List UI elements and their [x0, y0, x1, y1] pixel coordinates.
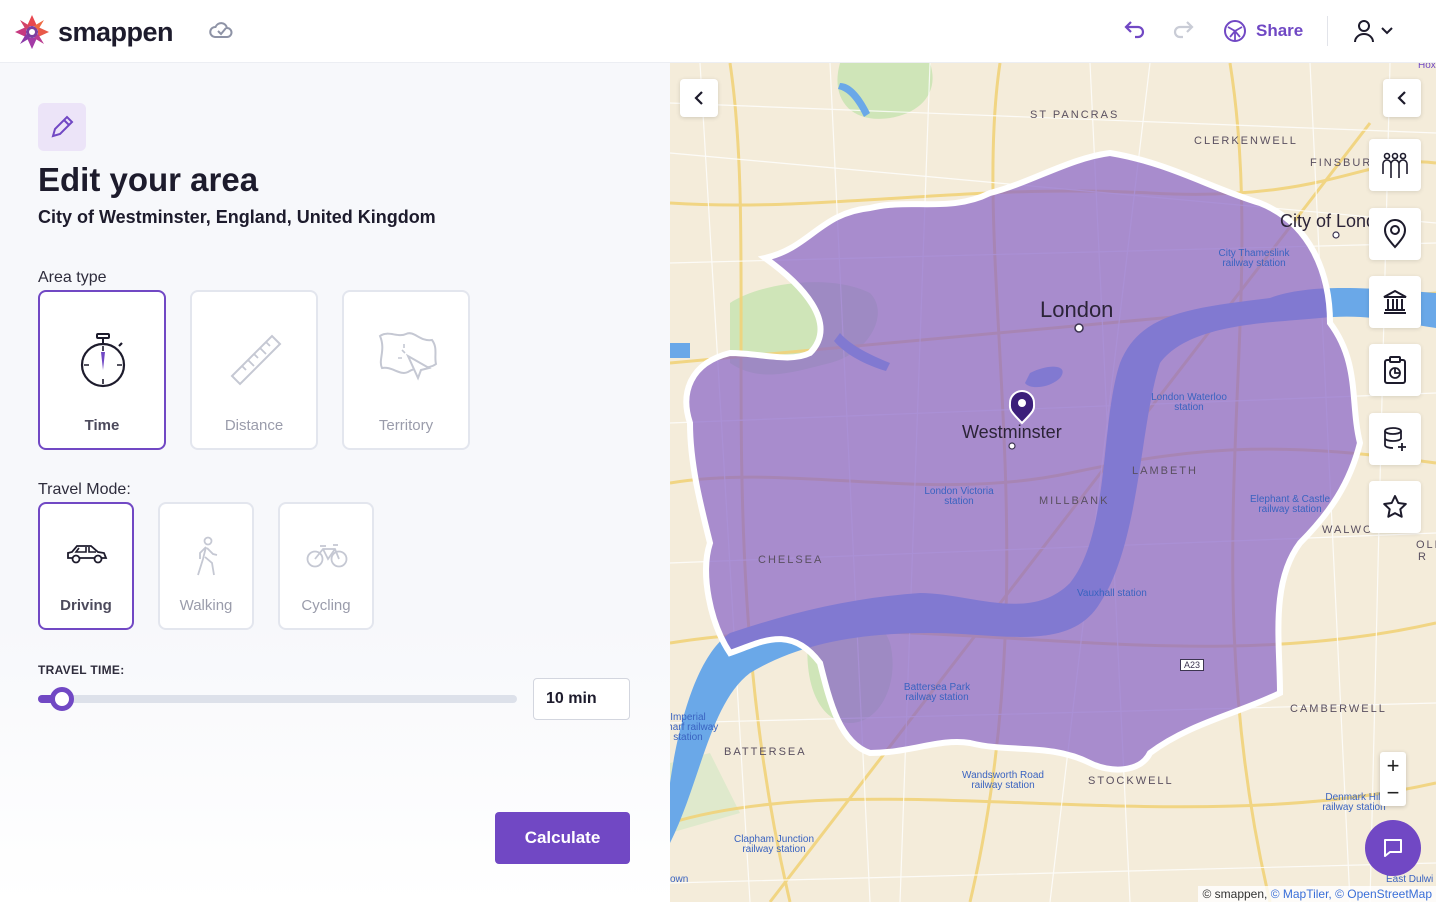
clipboard-chart-icon [1384, 356, 1406, 384]
label-lambeth: LAMBETH [1132, 465, 1198, 477]
edit-badge [38, 103, 86, 151]
zoom-out-button[interactable]: − [1380, 779, 1406, 806]
stopwatch-icon [80, 333, 126, 388]
travel-mode-walking-label: Walking [179, 597, 233, 614]
travel-time-slider[interactable] [38, 687, 517, 711]
station-vauxhall: Vauxhall station [1077, 588, 1147, 599]
map-pin-icon [1383, 219, 1407, 249]
user-menu[interactable] [1352, 18, 1394, 44]
reports-button[interactable] [1369, 344, 1421, 396]
population-button[interactable] [1369, 139, 1421, 191]
station-thameslink: City Thameslink railway station [1218, 248, 1290, 269]
map-view[interactable]: ST PANCRAS CLERKENWELL FINSBURY City of … [670, 63, 1436, 902]
map-base [670, 63, 1436, 902]
attribution-osm-link[interactable]: © OpenStreetMap [1335, 887, 1432, 901]
chevron-left-icon [1397, 91, 1406, 105]
label-stockwell: STOCKWELL [1088, 775, 1174, 787]
travel-time-input[interactable] [533, 678, 630, 720]
pencil-icon [51, 115, 74, 138]
chevron-left-icon [694, 91, 703, 105]
label-hox: Hox [1418, 63, 1436, 71]
poi-button[interactable] [1369, 208, 1421, 260]
label-r: R [1418, 551, 1428, 563]
chat-icon [1384, 839, 1402, 857]
station-town: own [670, 874, 689, 885]
area-type-territory[interactable]: Territory [342, 290, 470, 450]
area-type-time-label: Time [84, 417, 120, 434]
page-title: Edit your area [38, 161, 259, 198]
station-waterloo: London Waterloo station [1151, 392, 1227, 413]
travel-mode-driving[interactable]: Driving [38, 502, 134, 630]
station-east-dulwich: East Dulwi [1386, 874, 1434, 885]
star-icon [1383, 495, 1407, 518]
label-clerkenwell: CLERKENWELL [1194, 135, 1298, 147]
ruler-icon [230, 334, 282, 386]
app-name: smappen [58, 16, 174, 47]
area-type-territory-label: Territory [378, 417, 434, 434]
area-type-time[interactable]: Time [38, 290, 166, 450]
edit-area-panel: Edit your area City of Westminster, Engl… [0, 63, 670, 902]
share-icon [1224, 20, 1246, 42]
station-wandsworth-road: Wandsworth Road railway station [962, 770, 1044, 791]
zoom-in-button[interactable]: + [1380, 752, 1406, 779]
bicycle-icon [306, 544, 348, 568]
travel-mode-cycling-label: Cycling [301, 597, 351, 614]
smappen-logo-icon [15, 15, 49, 49]
road-a23: A23 [1180, 659, 1205, 671]
area-type-label: Area type [38, 269, 107, 286]
chevron-down-icon [1381, 27, 1393, 35]
area-type-distance-label: Distance [224, 417, 284, 434]
people-icon [1382, 152, 1408, 178]
logo[interactable]: smappen [14, 14, 174, 50]
map-attribution: © smappen, © MapTiler, © OpenStreetMap [1198, 886, 1436, 902]
label-camberwell: CAMBERWELL [1290, 703, 1387, 715]
station-imperial-wharf: Imperial Wharf railway station [670, 712, 719, 743]
institutions-button[interactable] [1369, 276, 1421, 328]
walking-icon [197, 536, 218, 576]
travel-mode-cycling[interactable]: Cycling [278, 502, 374, 630]
label-millbank: MILLBANK [1039, 495, 1110, 507]
label-chelsea: CHELSEA [758, 554, 824, 566]
favorites-button[interactable] [1369, 481, 1421, 533]
station-clapham-junction: Clapham Junction railway station [733, 834, 815, 855]
zoom-control: + − [1380, 752, 1406, 806]
label-london: London [1040, 297, 1114, 322]
station-battersea-park: Battersea Park railway station [903, 682, 971, 703]
cloud-sync-icon [209, 22, 233, 38]
label-old: OLD [1416, 539, 1436, 551]
expand-sidebar-button[interactable] [1383, 79, 1421, 117]
slider-handle[interactable] [50, 687, 74, 711]
database-add-icon [1384, 427, 1406, 451]
attribution-maptiler-link[interactable]: © MapTiler, [1271, 887, 1332, 901]
label-st-pancras: ST PANCRAS [1030, 109, 1120, 121]
share-label: Share [1256, 21, 1304, 40]
travel-mode-driving-label: Driving [60, 597, 112, 614]
add-data-button[interactable] [1369, 413, 1421, 465]
header-divider [1327, 16, 1328, 46]
chat-button[interactable] [1365, 820, 1421, 876]
undo-icon[interactable] [1122, 18, 1148, 42]
share-button[interactable]: Share [1222, 18, 1303, 44]
label-battersea: BATTERSEA [724, 746, 807, 758]
travel-time-label: TRAVEL TIME: [38, 663, 125, 677]
area-location: City of Westminster, England, United Kin… [38, 207, 436, 227]
redo-icon[interactable] [1170, 18, 1196, 42]
label-city-of-london: City of Lond [1280, 211, 1377, 231]
travel-mode-walking[interactable]: Walking [158, 502, 254, 630]
station-victoria: London Victoria station [924, 486, 994, 507]
station-elephant: Elephant & Castle railway station [1249, 494, 1331, 515]
area-type-distance[interactable]: Distance [190, 290, 318, 450]
collapse-panel-button[interactable] [680, 79, 718, 117]
travel-mode-label: Travel Mode: [38, 481, 131, 498]
bank-icon [1383, 289, 1407, 314]
calculate-button[interactable]: Calculate [495, 812, 630, 864]
label-westminster: Westminster [962, 422, 1062, 442]
territory-icon [378, 332, 438, 381]
attribution-smappen: © smappen, [1202, 887, 1268, 901]
car-icon [67, 545, 108, 564]
user-icon [1354, 20, 1374, 43]
top-bar: smappen Share [0, 0, 1436, 63]
